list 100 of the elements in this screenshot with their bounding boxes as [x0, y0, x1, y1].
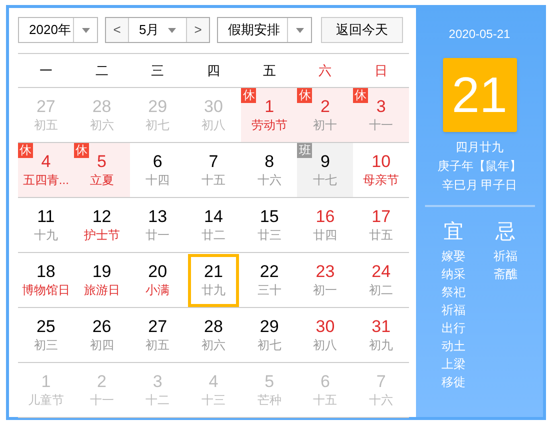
- day-cell[interactable]: 21 廿九: [186, 253, 242, 308]
- day-number: 3: [376, 97, 386, 117]
- lunar-date: 十三: [201, 392, 226, 408]
- lunar-date: 四月廿九: [456, 139, 504, 156]
- bad-activity: 斋醮: [494, 266, 518, 283]
- day-number: 29: [260, 317, 279, 337]
- year-select[interactable]: 2020年: [18, 17, 98, 43]
- day-cell[interactable]: 休 5 立夏: [74, 143, 130, 198]
- lunar-date: 初三: [34, 337, 58, 353]
- weekday-header: 六: [318, 62, 333, 80]
- day-number: 31: [372, 317, 391, 337]
- day-number: 27: [148, 317, 168, 337]
- day-number: 20: [148, 262, 168, 282]
- good-activity: 出行: [442, 320, 466, 337]
- back-to-today-button[interactable]: 返回今天: [321, 17, 403, 43]
- day-number: 8: [264, 152, 274, 172]
- lunar-date: 母亲节: [363, 172, 400, 188]
- day-number: 26: [92, 317, 112, 337]
- weekday-header: 三: [150, 62, 166, 80]
- lunar-date: 儿童节: [28, 392, 64, 408]
- good-activity: 祭祀: [442, 284, 466, 301]
- day-number: 17: [372, 207, 391, 227]
- day-number: 30: [316, 317, 335, 337]
- bad-heading: 忌: [496, 220, 516, 245]
- day-cell[interactable]: 休 3 十一: [353, 88, 409, 143]
- holiday-tag: 休: [74, 143, 89, 158]
- lunar-date: 十一: [90, 392, 114, 408]
- day-cell[interactable]: 6 十四: [130, 143, 186, 198]
- lunar-date: 护士节: [84, 227, 120, 243]
- day-number: 6: [152, 152, 162, 172]
- day-number: 5: [97, 152, 106, 172]
- lunar-date: 廿九: [201, 282, 226, 298]
- day-number: 28: [204, 317, 223, 337]
- good-activity: 上梁: [442, 356, 466, 373]
- lunar-date: 初八: [313, 337, 338, 353]
- lunar-date: 博物馆日: [22, 282, 70, 298]
- day-cell[interactable]: 班 9 十七: [297, 143, 354, 198]
- day-number: 23: [316, 262, 335, 282]
- lunar-date: 旅游日: [84, 282, 120, 298]
- good-activity: 动土: [442, 338, 466, 355]
- lunar-date: 初八: [201, 117, 226, 133]
- day-number: 16: [316, 207, 335, 227]
- good-heading: 宜: [444, 220, 464, 245]
- good-activity: 纳采: [442, 266, 466, 283]
- day-number: 9: [320, 152, 330, 172]
- holiday-tag: 休: [241, 88, 256, 103]
- lunar-date: 十五: [201, 172, 226, 188]
- caret-icon: [82, 28, 90, 32]
- next-month-button[interactable]: >: [187, 18, 209, 42]
- day-number: 2: [320, 97, 330, 117]
- lunar-date: 小满: [146, 282, 170, 298]
- day-number: 7: [208, 152, 218, 172]
- weekday-header: 日: [374, 62, 389, 80]
- lunar-date: 十六: [257, 172, 282, 188]
- lunar-date: 初五: [146, 337, 170, 353]
- day-number: 2: [97, 372, 106, 392]
- lunar-date: 初一: [313, 282, 338, 298]
- lunar-date: 初十: [313, 117, 338, 133]
- lunar-date: 立夏: [90, 172, 114, 188]
- day-number: 28: [92, 97, 112, 117]
- day-number: 13: [148, 207, 168, 227]
- day-number: 7: [376, 372, 386, 392]
- day-cell[interactable]: 8 十六: [241, 143, 298, 198]
- day-number: 24: [372, 262, 391, 282]
- weekday-header: 五: [262, 62, 277, 80]
- day-number: 29: [148, 97, 168, 117]
- ganzhi-year: 庚子年【鼠年】: [438, 158, 522, 175]
- lunar-date: 初四: [90, 337, 114, 353]
- lunar-date: 十七: [313, 172, 338, 188]
- lunar-date: 五四青...: [22, 172, 69, 188]
- selected-date: 2020-05-21: [448, 26, 510, 43]
- weekday-header: 一: [38, 62, 54, 80]
- lunar-date: 廿三: [257, 227, 282, 243]
- bad-activity: 祈福: [494, 248, 518, 265]
- caret-icon: [296, 28, 304, 32]
- lunar-date: 初六: [90, 117, 114, 133]
- lunar-date: 十五: [313, 392, 338, 408]
- lunar-date: 三十: [257, 282, 282, 298]
- day-cell[interactable]: 休 4 五四青...: [18, 143, 74, 198]
- lunar-date: 初九: [369, 337, 394, 353]
- lunar-date: 十四: [146, 172, 170, 188]
- holiday-tag: 休: [18, 143, 33, 158]
- good-activity: 移徙: [442, 374, 466, 391]
- day-number: 4: [208, 372, 218, 392]
- day-cell[interactable]: 休 2 初十: [297, 88, 354, 143]
- holiday-select[interactable]: 假期安排: [217, 17, 312, 43]
- lunar-date: 初七: [257, 337, 282, 353]
- weekday-header: 二: [94, 62, 110, 80]
- lunar-date: 初六: [201, 337, 226, 353]
- day-cell[interactable]: 休 1 劳动节: [241, 88, 298, 143]
- good-activity: 祈福: [442, 302, 466, 319]
- prev-month-button[interactable]: <: [106, 18, 128, 42]
- day-number: 3: [152, 372, 162, 392]
- day-number: 12: [92, 207, 112, 227]
- day-number: 1: [264, 97, 274, 117]
- month-select[interactable]: 5月: [128, 18, 187, 42]
- day-number: 21: [204, 262, 223, 282]
- lunar-date: 十九: [34, 227, 58, 243]
- holiday-tag: 班: [297, 143, 312, 158]
- day-number: 19: [92, 262, 112, 282]
